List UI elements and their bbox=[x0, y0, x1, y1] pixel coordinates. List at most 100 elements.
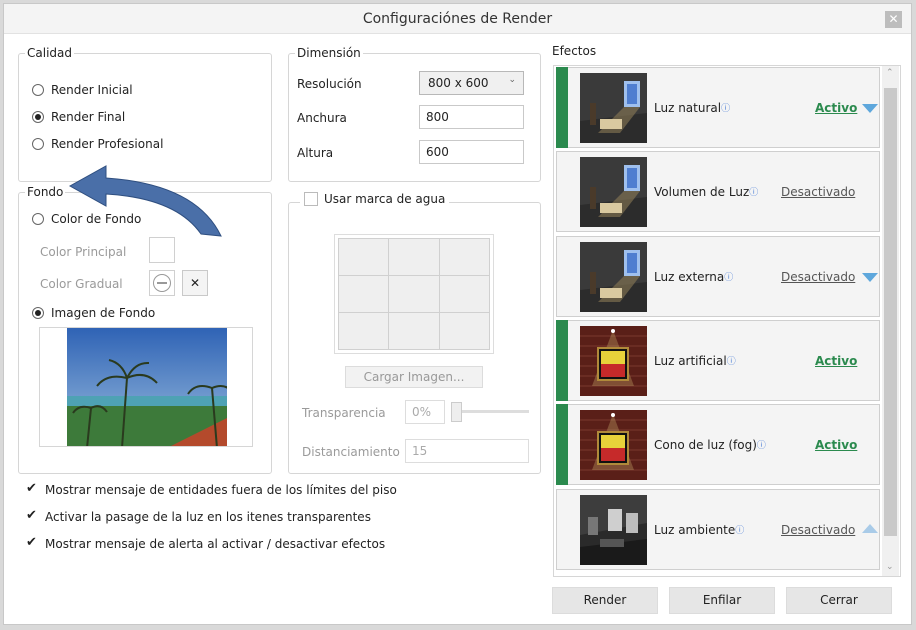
info-icon[interactable]: ⓘ bbox=[721, 104, 730, 114]
radio-render-inicial[interactable]: Render Inicial bbox=[32, 83, 133, 97]
resolution-label: Resolución bbox=[297, 77, 362, 91]
effect-thumbnail bbox=[580, 157, 647, 227]
effect-thumbnail bbox=[580, 326, 647, 396]
width-input[interactable]: 800 bbox=[419, 105, 524, 129]
checkbox-indicator bbox=[26, 535, 39, 551]
effects-title: Efectos bbox=[552, 44, 597, 58]
height-input[interactable]: 600 bbox=[419, 140, 524, 164]
grid-cell[interactable] bbox=[389, 276, 439, 312]
effect-item[interactable]: Volumen de Luzⓘ Desactivado bbox=[556, 151, 880, 232]
distance-input[interactable]: 15 bbox=[405, 439, 529, 463]
effect-status-link[interactable]: Activo bbox=[815, 101, 857, 115]
width-label: Anchura bbox=[297, 111, 347, 125]
effect-name: Luz artificialⓘ bbox=[654, 354, 736, 368]
watermark-position-grid[interactable] bbox=[334, 234, 494, 354]
effect-status-link[interactable]: Activo bbox=[815, 354, 857, 368]
radio-label: Imagen de Fondo bbox=[51, 306, 156, 320]
info-icon[interactable]: ⓘ bbox=[735, 526, 744, 536]
effect-item[interactable]: Cono de luz (fog)ⓘ Activo bbox=[556, 404, 880, 485]
close-icon: ✕ bbox=[888, 12, 899, 26]
grid-cell[interactable] bbox=[339, 313, 389, 349]
title-bar: Configuraciónes de Render ✕ bbox=[4, 4, 911, 34]
effect-item[interactable]: Luz externaⓘ Desactivado bbox=[556, 236, 880, 317]
effect-thumbnail bbox=[580, 242, 647, 312]
radio-indicator-selected bbox=[32, 307, 44, 319]
cerrar-button[interactable]: Cerrar bbox=[786, 587, 892, 614]
radio-indicator bbox=[32, 213, 44, 225]
scroll-up-icon[interactable]: ⌃ bbox=[886, 68, 894, 78]
active-indicator bbox=[556, 320, 568, 401]
grid-cell[interactable] bbox=[439, 313, 489, 349]
transparency-label: Transparencia bbox=[302, 406, 386, 420]
beach-photo bbox=[67, 328, 227, 446]
effect-status-link[interactable]: Desactivado bbox=[781, 523, 855, 537]
slider-thumb[interactable] bbox=[451, 402, 462, 422]
load-image-button[interactable]: Cargar Imagen... bbox=[345, 366, 483, 388]
expand-arrow-icon[interactable] bbox=[862, 273, 878, 282]
effect-thumbnail bbox=[580, 73, 647, 143]
radio-label: Render Profesional bbox=[51, 137, 164, 151]
color-gradual-label: Color Gradual bbox=[40, 277, 123, 291]
radio-label: Render Final bbox=[51, 110, 126, 124]
effect-thumbnail bbox=[580, 410, 647, 480]
effect-name: Luz ambienteⓘ bbox=[654, 523, 745, 537]
clear-gradual-button[interactable]: ✕ bbox=[182, 270, 208, 296]
effect-item[interactable]: Luz naturalⓘ Activo bbox=[556, 67, 880, 148]
effect-item[interactable]: Luz ambienteⓘ Desactivado bbox=[556, 489, 880, 570]
scroll-down-icon[interactable]: ⌄ bbox=[886, 562, 894, 572]
transparency-slider[interactable] bbox=[451, 402, 529, 422]
chevron-down-icon: ⌄ bbox=[508, 75, 516, 85]
collapse-arrow-icon[interactable] bbox=[862, 524, 878, 533]
grid-cell[interactable] bbox=[389, 313, 439, 349]
distance-label: Distanciamiento bbox=[302, 445, 400, 459]
grid-cell[interactable] bbox=[439, 239, 489, 275]
render-button[interactable]: Render bbox=[552, 587, 658, 614]
close-button[interactable]: ✕ bbox=[885, 11, 902, 28]
calidad-legend: Calidad bbox=[27, 46, 72, 60]
info-icon[interactable]: ⓘ bbox=[727, 357, 736, 367]
checkbox-indicator bbox=[304, 192, 318, 206]
info-icon[interactable]: ⓘ bbox=[757, 441, 766, 451]
grid-cell[interactable] bbox=[339, 276, 389, 312]
dimension-legend: Dimensión bbox=[297, 46, 361, 60]
effect-item[interactable]: Luz artificialⓘ Activo bbox=[556, 320, 880, 401]
active-indicator bbox=[556, 404, 568, 485]
grid-cell[interactable] bbox=[389, 239, 439, 275]
expand-arrow-icon[interactable] bbox=[862, 104, 878, 113]
resolution-value: 800 x 600 bbox=[428, 76, 489, 90]
radio-imagen-de-fondo[interactable]: Imagen de Fondo bbox=[32, 306, 155, 320]
option-checkbox-limits[interactable]: Mostrar mensaje de entidades fuera de lo… bbox=[26, 481, 397, 498]
effect-name: Luz externaⓘ bbox=[654, 270, 734, 284]
radio-render-final[interactable]: Render Final bbox=[32, 110, 125, 124]
option-checkbox-transparent[interactable]: Activar la pasage de la luz en los itene… bbox=[26, 508, 371, 525]
info-icon[interactable]: ⓘ bbox=[724, 273, 733, 283]
radio-indicator bbox=[32, 138, 44, 150]
resolution-select[interactable]: 800 x 600 ⌄ bbox=[419, 71, 524, 95]
color-principal-label: Color Principal bbox=[40, 245, 127, 259]
color-gradual-swatch[interactable] bbox=[149, 270, 175, 296]
effect-status-link[interactable]: Desactivado bbox=[781, 185, 855, 199]
background-image-preview[interactable] bbox=[39, 327, 253, 447]
no-color-icon bbox=[153, 274, 171, 292]
watermark-checkbox[interactable]: Usar marca de agua bbox=[300, 192, 450, 206]
option-label: Activar la pasage de la luz en los itene… bbox=[45, 510, 371, 524]
color-principal-swatch[interactable] bbox=[149, 237, 175, 263]
grid-cell[interactable] bbox=[339, 239, 389, 275]
checkbox-indicator bbox=[26, 508, 39, 524]
grid-cell[interactable] bbox=[439, 276, 489, 312]
option-label: Mostrar mensaje de alerta al activar / d… bbox=[45, 537, 386, 551]
option-checkbox-alert[interactable]: Mostrar mensaje de alerta al activar / d… bbox=[26, 535, 386, 552]
render-settings-window: Configuraciónes de Render ✕ Calidad Rend… bbox=[3, 3, 912, 625]
transparency-input[interactable]: 0% bbox=[405, 400, 445, 424]
option-label: Mostrar mensaje de entidades fuera de lo… bbox=[45, 483, 397, 497]
enfilar-button[interactable]: Enfilar bbox=[669, 587, 775, 614]
fondo-legend: Fondo bbox=[27, 185, 64, 199]
effect-status-link[interactable]: Activo bbox=[815, 438, 857, 452]
active-indicator bbox=[556, 67, 568, 148]
radio-render-profesional[interactable]: Render Profesional bbox=[32, 137, 163, 151]
radio-indicator bbox=[32, 84, 44, 96]
effect-status-link[interactable]: Desactivado bbox=[781, 270, 855, 284]
effects-scrollbar[interactable]: ⌃ ⌄ bbox=[882, 66, 899, 576]
scrollbar-thumb[interactable] bbox=[884, 88, 897, 536]
info-icon[interactable]: ⓘ bbox=[749, 188, 758, 198]
